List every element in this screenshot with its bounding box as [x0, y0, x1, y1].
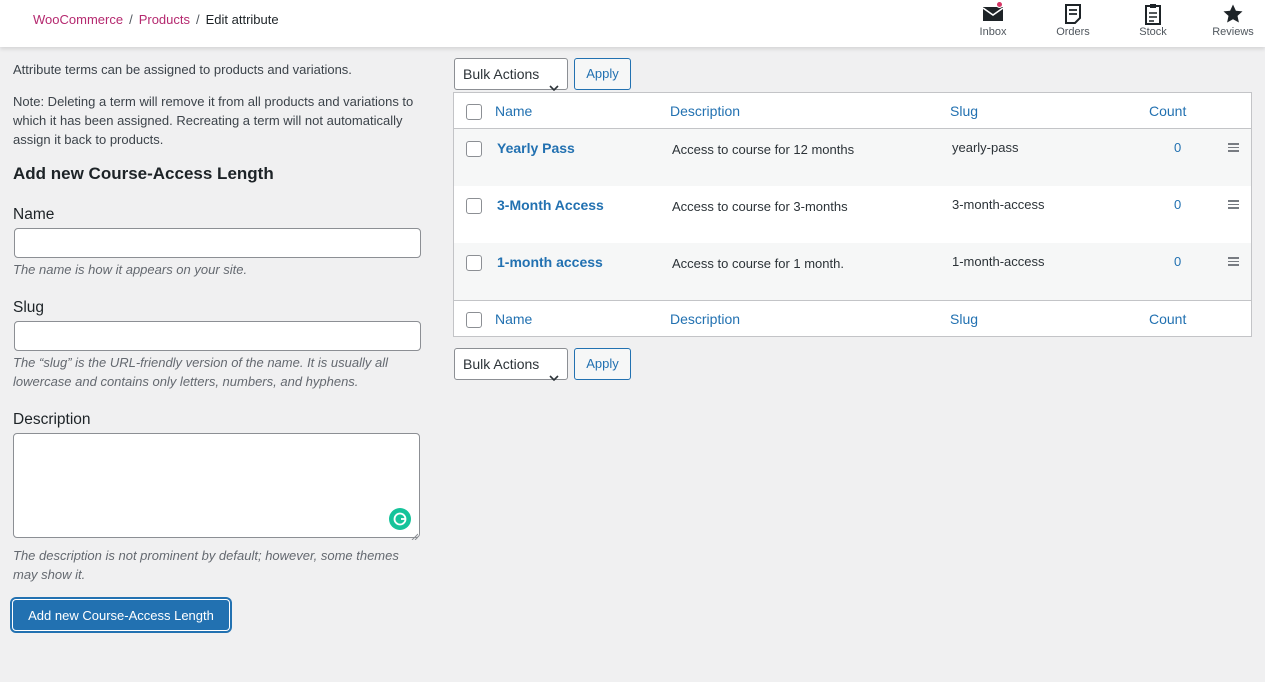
slug-input[interactable]: [14, 321, 421, 351]
table-header: Name Description Slug Count: [454, 93, 1251, 129]
breadcrumb-current: Edit attribute: [205, 12, 279, 27]
term-description: Access to course for 1 month.: [672, 256, 844, 271]
breadcrumb-link-products[interactable]: Products: [139, 12, 190, 27]
apply-button-top[interactable]: Apply: [574, 58, 631, 90]
drag-handle-icon[interactable]: [1228, 257, 1239, 266]
top-header: WooCommerce / Products / Edit attribute Inbo…: [0, 0, 1265, 47]
drag-handle-icon[interactable]: [1228, 200, 1239, 209]
star-icon: [1222, 3, 1244, 25]
term-count-link[interactable]: 0: [1174, 254, 1181, 269]
intro-note: Note: Deleting a term will remove it fro…: [13, 94, 414, 147]
bulk-actions-select-top[interactable]: Bulk Actions: [454, 58, 568, 92]
column-header-count[interactable]: Count: [1149, 103, 1186, 119]
name-help: The name is how it appears on your site.: [13, 262, 248, 277]
table-footer: Name Description Slug Count: [454, 300, 1251, 336]
term-name-link[interactable]: 3-Month Access: [497, 197, 604, 213]
form-heading: Add new Course-Access Length: [13, 164, 274, 183]
column-header-name[interactable]: Name: [495, 103, 532, 119]
chevron-down-icon: [549, 71, 559, 92]
resize-handle-icon[interactable]: [410, 528, 419, 541]
row-checkbox[interactable]: [466, 141, 482, 157]
bulk-actions-label: Bulk Actions: [463, 66, 540, 82]
breadcrumb-link-woocommerce[interactable]: WooCommerce: [33, 12, 123, 27]
term-description: Access to course for 12 months: [672, 142, 855, 157]
description-textarea[interactable]: [13, 433, 420, 538]
slug-help: The “slug” is the URL-friendly version o…: [13, 355, 388, 389]
slug-label: Slug: [13, 299, 45, 316]
description-help: The description is not prominent by defa…: [13, 548, 399, 582]
activity-inbox[interactable]: Inbox: [961, 0, 1025, 47]
description-label: Description: [13, 411, 91, 428]
column-footer-description[interactable]: Description: [670, 311, 740, 327]
select-all-checkbox[interactable]: [466, 104, 482, 120]
table-row: Yearly Pass Access to course for 12 mont…: [454, 129, 1251, 186]
term-name-link[interactable]: Yearly Pass: [497, 140, 575, 156]
breadcrumb-separator: /: [129, 12, 133, 27]
term-slug: 3-month-access: [952, 197, 1045, 212]
term-description: Access to course for 3-months: [672, 199, 848, 214]
activity-label: Inbox: [979, 26, 1007, 38]
add-term-button[interactable]: Add new Course-Access Length: [13, 600, 229, 630]
column-footer-slug[interactable]: Slug: [950, 311, 978, 327]
drag-handle-icon[interactable]: [1228, 143, 1239, 152]
term-count-link[interactable]: 0: [1174, 140, 1181, 155]
name-input[interactable]: [14, 228, 421, 258]
term-slug: yearly-pass: [952, 140, 1019, 155]
column-header-description[interactable]: Description: [670, 103, 740, 119]
orders-icon: [1062, 3, 1084, 25]
apply-button-bottom[interactable]: Apply: [574, 348, 631, 380]
activity-orders[interactable]: Orders: [1041, 0, 1105, 47]
column-footer-name[interactable]: Name: [495, 311, 532, 327]
term-count-link[interactable]: 0: [1174, 197, 1181, 212]
activity-label: Stock: [1139, 26, 1167, 38]
activity-stock[interactable]: Stock: [1121, 0, 1185, 47]
term-name-link[interactable]: 1-month access: [497, 254, 603, 270]
breadcrumb-separator: /: [196, 12, 200, 27]
terms-table: Name Description Slug Count Yearly Pass …: [453, 92, 1252, 337]
intro-text: Attribute terms can be assigned to produ…: [13, 62, 352, 77]
grammarly-icon[interactable]: [389, 508, 411, 530]
column-header-slug[interactable]: Slug: [950, 103, 978, 119]
row-checkbox[interactable]: [466, 255, 482, 271]
stock-icon: [1142, 3, 1164, 25]
notification-dot: [996, 1, 1003, 8]
activity-reviews[interactable]: Reviews: [1201, 0, 1265, 47]
activity-label: Reviews: [1212, 26, 1254, 38]
column-footer-count[interactable]: Count: [1149, 311, 1186, 327]
bulk-actions-label: Bulk Actions: [463, 356, 540, 372]
bulk-actions-select-bottom[interactable]: Bulk Actions: [454, 348, 568, 382]
select-all-checkbox[interactable]: [466, 312, 482, 328]
table-row: 3-Month Access Access to course for 3-mo…: [454, 186, 1251, 243]
breadcrumb: WooCommerce / Products / Edit attribute: [33, 12, 279, 27]
table-row: 1-month access Access to course for 1 mo…: [454, 243, 1251, 300]
activity-label: Orders: [1056, 26, 1090, 38]
term-slug: 1-month-access: [952, 254, 1045, 269]
row-checkbox[interactable]: [466, 198, 482, 214]
name-label: Name: [13, 206, 55, 223]
chevron-down-icon: [549, 361, 559, 382]
